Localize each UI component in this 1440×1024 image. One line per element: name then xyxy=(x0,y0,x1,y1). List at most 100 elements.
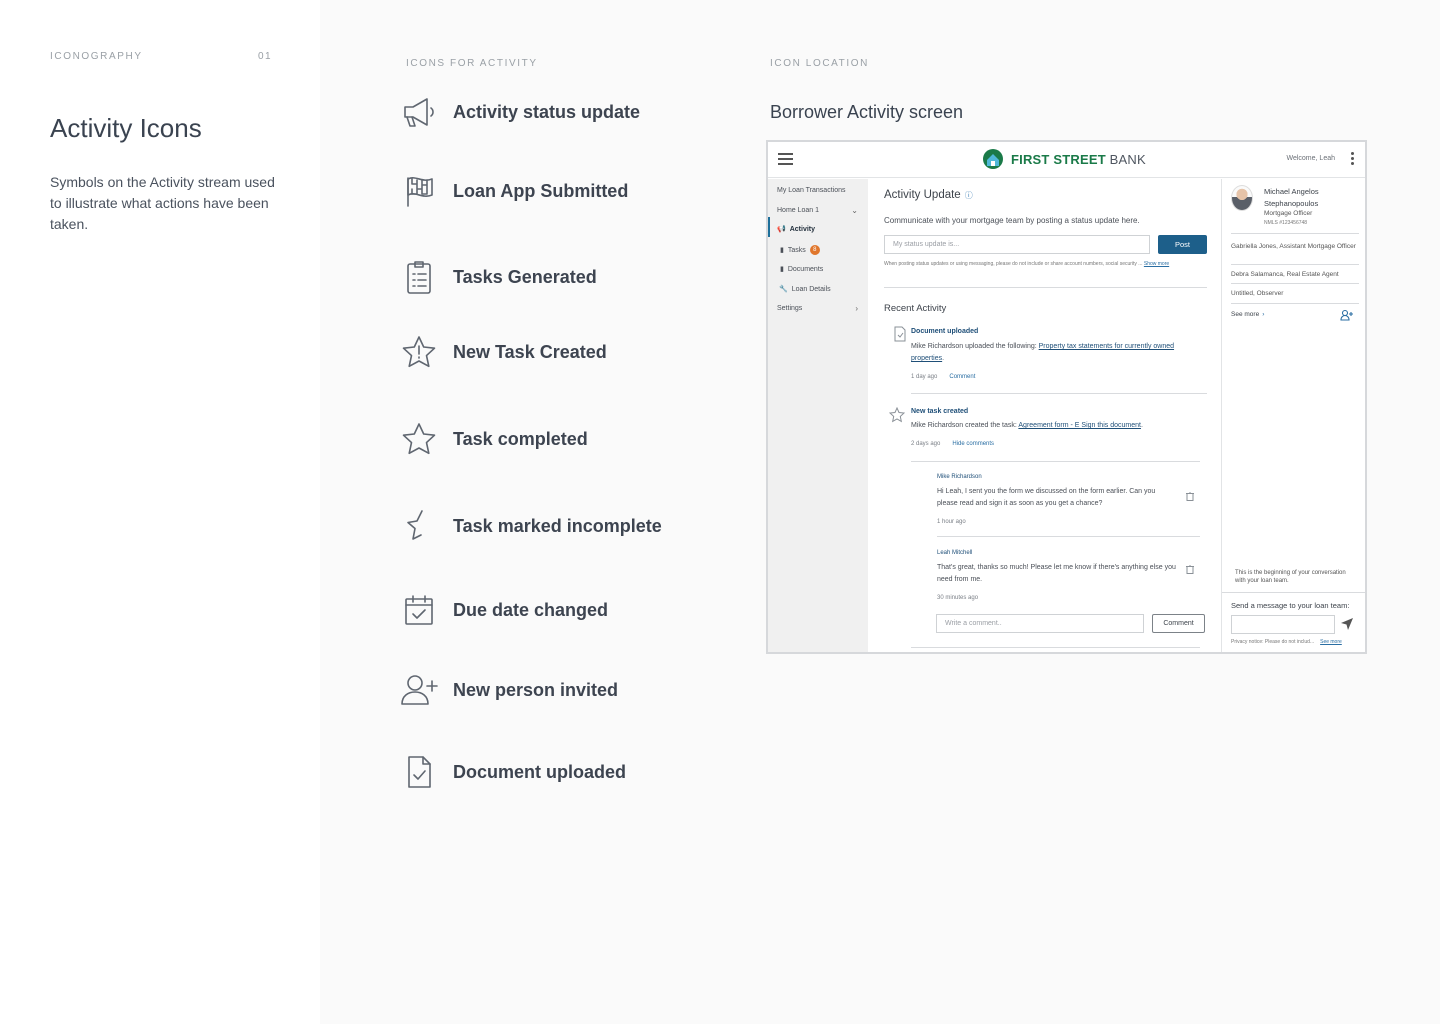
team-member: Untitled, Observer xyxy=(1231,290,1284,297)
icon-label: Document uploaded xyxy=(453,762,627,782)
add-person-icon[interactable] xyxy=(1340,309,1354,321)
see-more-link[interactable]: See more › xyxy=(1231,311,1264,318)
sidebar-item-label: Tasks xyxy=(787,246,806,254)
comment-time: 30 minutes ago xyxy=(937,595,979,601)
send-icon[interactable] xyxy=(1341,618,1353,630)
divider xyxy=(911,393,1207,394)
divider xyxy=(911,461,1200,462)
welcome-text: Welcome, Leah xyxy=(1286,155,1335,162)
chevron-down-icon[interactable]: ⌄ xyxy=(851,206,858,215)
team-member: Debra Salamanca, Real Estate Agent xyxy=(1231,271,1339,278)
activity-text-prefix: Mike Richardson uploaded the following: xyxy=(911,343,1039,350)
hide-comments-link[interactable]: Hide comments xyxy=(952,441,994,447)
activity-subtitle: Communicate with your mortgage team by p… xyxy=(884,216,1140,225)
message-input[interactable] xyxy=(1231,615,1335,634)
activity-text-prefix: Mike Richardson created the task: xyxy=(911,422,1019,429)
divider xyxy=(1231,264,1359,265)
officer-name: Michael Angelos Stephanopoulos xyxy=(1264,187,1319,208)
checkered-flag-icon xyxy=(396,171,442,211)
divider xyxy=(1222,592,1365,593)
privacy-hint: When posting status updates or using mes… xyxy=(884,261,1174,268)
hamburger-menu-icon[interactable] xyxy=(778,153,793,165)
sidebar: My Loan Transactions Home Loan 1 ⌄ 📢 Acti… xyxy=(768,179,868,652)
status-update-input[interactable]: My status update is... xyxy=(884,235,1150,254)
show-more-link[interactable]: Show more xyxy=(1144,261,1169,267)
activity-text-suffix: . xyxy=(1140,422,1143,429)
icon-label: Task completed xyxy=(453,429,588,449)
location-title: Borrower Activity screen xyxy=(770,102,964,122)
divider xyxy=(937,536,1200,537)
privacy-see-more-link[interactable]: See more xyxy=(1320,639,1342,645)
document-icon: ▮ xyxy=(780,266,784,273)
icon-row-task-completed: Task completed xyxy=(396,423,673,459)
icon-label: Task marked incomplete xyxy=(453,516,662,536)
divider xyxy=(911,647,1200,648)
avatar xyxy=(1231,185,1253,211)
comment-input[interactable]: Write a comment.. xyxy=(936,614,1144,633)
megaphone-icon: 📢 xyxy=(777,226,786,233)
calendar-check-icon xyxy=(396,590,442,630)
comment-link[interactable]: Comment xyxy=(949,374,975,380)
comment-author: Mike Richardson xyxy=(937,474,982,480)
location-eyebrow: ICON LOCATION xyxy=(770,58,869,69)
icon-row-new-person: New person invited xyxy=(396,675,673,710)
officer-nmls: NMLS #123456748 xyxy=(1264,220,1308,226)
page-number: 01 xyxy=(258,51,272,62)
icon-row-tasks-generated: Tasks Generated xyxy=(396,261,673,297)
intro-panel: ICONOGRAPHY 01 Activity Icons Symbols on… xyxy=(0,0,320,1024)
sidebar-item-documents[interactable]: ▮ Documents xyxy=(780,265,823,274)
see-more-label: See more xyxy=(1231,311,1260,318)
divider xyxy=(1231,303,1359,304)
icon-label: New person invited xyxy=(453,680,619,700)
sidebar-item-label: Settings xyxy=(777,305,803,312)
icon-row-due-date: Due date changed xyxy=(396,595,673,630)
more-options-icon[interactable] xyxy=(1351,152,1355,167)
divider xyxy=(1231,233,1359,234)
divider xyxy=(1231,283,1359,284)
sidebar-item-loan-details[interactable]: 🔧 Loan Details xyxy=(779,285,831,294)
activity-text-suffix: . xyxy=(942,355,945,362)
icon-label: Tasks Generated xyxy=(453,267,597,287)
post-button[interactable]: Post xyxy=(1158,235,1207,254)
trash-icon[interactable] xyxy=(1186,491,1194,501)
recent-activity-title: Recent Activity xyxy=(884,303,947,314)
privacy-notice: Privacy notice: Please do not includ... S… xyxy=(1231,639,1342,645)
icon-row-activity-status: Activity status update xyxy=(396,98,673,132)
sidebar-item-transactions[interactable]: My Loan Transactions xyxy=(777,187,845,194)
sidebar-item-home-loan[interactable]: Home Loan 1 xyxy=(777,207,819,214)
app-header: FIRST STREET BANK Welcome, Leah xyxy=(768,142,1365,178)
brand-name-bold: FIRST STREET xyxy=(1011,151,1106,167)
clipboard-icon: ▮ xyxy=(780,247,784,254)
sidebar-item-activity[interactable]: 📢 Activity xyxy=(777,225,815,234)
divider xyxy=(884,287,1207,288)
activity-title: Document uploaded xyxy=(911,328,979,335)
comment-text: That's great, thanks so much! Please let… xyxy=(937,564,1176,583)
sidebar-item-tasks[interactable]: ▮ Tasks 8 xyxy=(780,245,820,255)
activity-meta: 1 day ago Comment xyxy=(911,374,975,380)
comment-button[interactable]: Comment xyxy=(1152,614,1205,633)
icon-row-task-incomplete: Task marked incomplete xyxy=(396,510,673,546)
icons-eyebrow: ICONS FOR ACTIVITY xyxy=(406,58,538,69)
officer-role: Mortgage Officer xyxy=(1264,210,1313,217)
comment-time: 1 hour ago xyxy=(937,519,966,525)
privacy-text: Privacy notice: Please do not includ... xyxy=(1231,639,1315,645)
star-exclamation-icon xyxy=(396,332,442,372)
sidebar-item-settings[interactable]: Settings xyxy=(777,305,802,312)
document-check-icon xyxy=(396,752,442,792)
activity-text: Mike Richardson uploaded the following: … xyxy=(911,341,1201,365)
document-check-icon xyxy=(893,326,907,342)
activity-link[interactable]: Agreement form - E Sign this document xyxy=(1018,422,1141,429)
hint-text: When posting status updates or using mes… xyxy=(884,261,1143,267)
active-indicator xyxy=(768,217,770,237)
sidebar-item-label: Home Loan 1 xyxy=(777,207,820,214)
sidebar-item-label: Loan Details xyxy=(791,285,831,293)
info-icon[interactable]: ⓘ xyxy=(965,191,973,200)
message-label: Send a message to your loan team: xyxy=(1231,601,1350,610)
icon-row-document-uploaded: Document uploaded xyxy=(396,756,673,792)
comment-author: Leah Mitchell xyxy=(937,550,973,556)
chevron-right-icon[interactable]: › xyxy=(855,304,858,313)
megaphone-icon xyxy=(396,92,442,132)
trash-icon[interactable] xyxy=(1186,564,1194,574)
star-icon xyxy=(396,419,442,459)
loan-team-panel: Michael Angelos Stephanopoulos Mortgage … xyxy=(1221,179,1365,652)
